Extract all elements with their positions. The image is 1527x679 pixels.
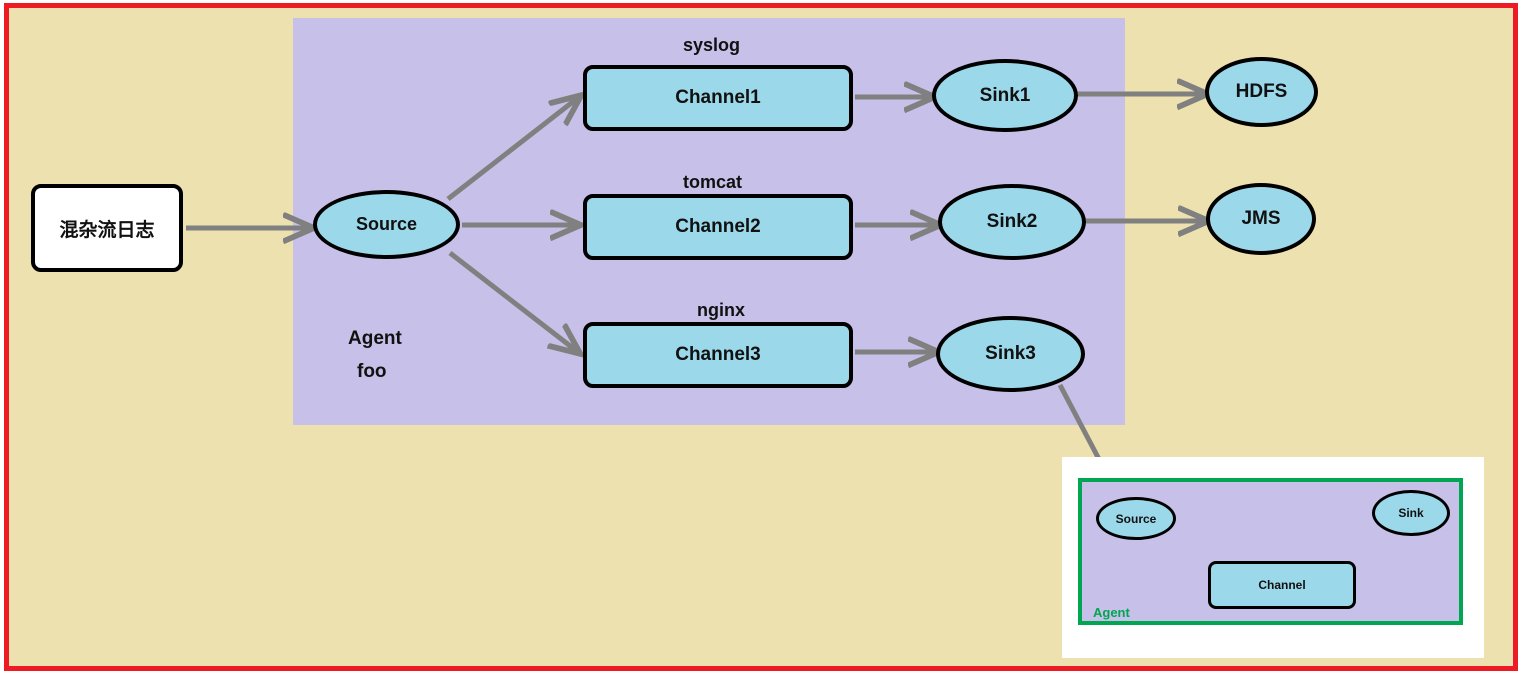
channel1-node[interactable]: Channel1 xyxy=(583,65,853,131)
inset-agent-label: Agent xyxy=(1093,605,1130,620)
sink2-node[interactable]: Sink2 xyxy=(938,184,1086,260)
agent-label-line2: foo xyxy=(357,361,387,382)
agent-label-line1: Agent xyxy=(348,328,402,349)
inset-source-label: Source xyxy=(1115,511,1157,526)
protocol-label-syslog: syslog xyxy=(683,35,741,55)
inset-sink-label: Sink xyxy=(1398,506,1424,520)
agent-source-label: Source xyxy=(355,214,418,234)
sink1-node[interactable]: Sink1 xyxy=(932,59,1078,132)
channel3-label: Channel3 xyxy=(675,344,761,365)
hdfs-node[interactable]: HDFS xyxy=(1205,57,1318,127)
protocol-label-tomcat: tomcat xyxy=(683,172,743,192)
input-log-node[interactable]: 混杂流日志 xyxy=(31,184,183,272)
channel3-node[interactable]: Channel3 xyxy=(583,322,853,388)
jms-node[interactable]: JMS xyxy=(1206,183,1316,255)
sink1-label: Sink1 xyxy=(979,84,1031,106)
channel1-label: Channel1 xyxy=(675,87,761,108)
agent-source-node[interactable]: Source xyxy=(313,190,460,259)
sink2-label: Sink2 xyxy=(986,211,1038,232)
inset-source-node[interactable]: Source xyxy=(1096,497,1176,540)
channel2-node[interactable]: Channel2 xyxy=(583,194,853,260)
input-log-label: 混杂流日志 xyxy=(59,219,155,241)
jms-label: JMS xyxy=(1241,208,1281,229)
sink3-node[interactable]: Sink3 xyxy=(936,316,1085,392)
inset-channel-node[interactable]: Channel xyxy=(1208,561,1356,609)
sink3-label: Sink3 xyxy=(985,343,1036,364)
inset-channel-label: Channel xyxy=(1258,578,1306,592)
inset-sink-node[interactable]: Sink xyxy=(1372,490,1450,536)
hdfs-label: HDFS xyxy=(1235,81,1288,102)
channel2-label: Channel2 xyxy=(675,216,761,237)
protocol-label-nginx: nginx xyxy=(697,300,745,320)
diagram-canvas: 混杂流日志 Agent foo Source syslog tomcat ngi… xyxy=(0,0,1527,679)
